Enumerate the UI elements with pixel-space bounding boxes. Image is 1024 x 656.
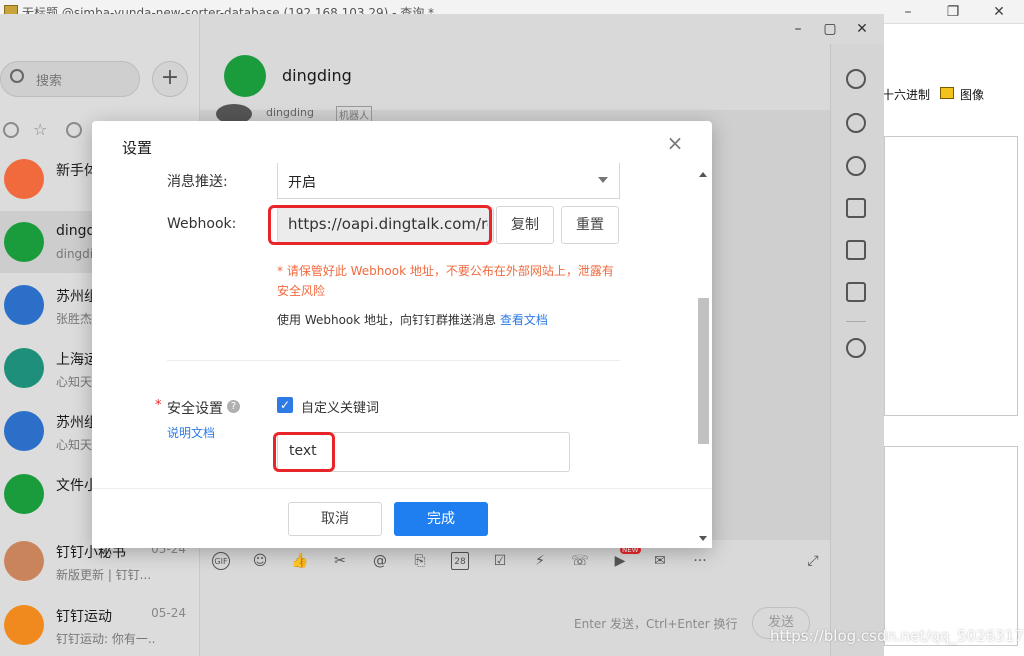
docs-link[interactable]: 说明文档: [167, 424, 215, 441]
avatar: [4, 411, 44, 451]
watermark: https://blog.csdn.net/qq_50263172: [770, 627, 1024, 645]
conversation-name: 苏州组: [56, 289, 96, 305]
chevron-down-icon: [598, 177, 608, 183]
expand-icon[interactable]: ⤢: [804, 552, 822, 570]
conversation-preview: dingdi: [56, 247, 94, 261]
folder-icon[interactable]: [846, 198, 866, 218]
add-member-icon[interactable]: [846, 113, 866, 133]
dialog-title: 设置: [122, 139, 153, 157]
avatar: [4, 222, 44, 262]
webhook-label: Webhook:: [167, 216, 237, 232]
history-icon[interactable]: [846, 156, 866, 176]
keyword-checkbox[interactable]: ✓: [277, 397, 293, 413]
dingtalk-minimize-button[interactable]: –: [788, 20, 808, 38]
message-sender: dingding: [266, 106, 314, 119]
done-button[interactable]: 完成: [394, 502, 488, 536]
background-restore-button[interactable]: ❐: [938, 2, 968, 22]
avatar: [4, 474, 44, 514]
scroll-down-icon[interactable]: [699, 536, 707, 541]
conversation-name: 钉钉运动: [56, 609, 112, 625]
more-icon[interactable]: [846, 69, 866, 89]
settings-icon[interactable]: [846, 338, 866, 358]
conversation-name: 苏州组: [56, 415, 96, 431]
highlight-box: [273, 432, 335, 472]
webhook-info-text: 使用 Webhook 地址，向钉钉群推送消息: [277, 313, 497, 327]
mention-filter-icon[interactable]: [3, 122, 19, 138]
security-warning: * 请保管好此 Webhook 地址，不要公布在外部网站上，泄露有安全风险: [277, 264, 614, 298]
add-button[interactable]: +: [152, 61, 188, 97]
announcement-icon[interactable]: [846, 240, 866, 260]
close-icon[interactable]: ×: [666, 133, 684, 153]
task-icon[interactable]: ☑: [491, 552, 509, 570]
lightning-icon[interactable]: ⚡: [531, 552, 549, 570]
help-icon[interactable]: ?: [227, 400, 240, 413]
conversation-name: 文件小: [56, 478, 96, 494]
chat-title: dingding: [282, 66, 352, 85]
emoji-icon[interactable]: ☺: [251, 552, 269, 570]
dingtalk-maximize-button[interactable]: ▢: [820, 20, 840, 38]
dingtalk-close-button[interactable]: ✕: [852, 20, 872, 38]
thumbs-up-icon[interactable]: 👍: [291, 552, 309, 570]
search-icon: [10, 69, 24, 83]
file-icon[interactable]: ⎘: [411, 552, 429, 570]
conversation-date: 05-24: [151, 606, 186, 620]
background-close-button[interactable]: ✕: [984, 2, 1014, 22]
at-icon[interactable]: @: [371, 552, 389, 570]
search-placeholder: 搜索: [36, 74, 63, 89]
keyword-checkbox-label: 自定义关键词: [301, 401, 380, 416]
conversation-preview: 心知天: [56, 375, 93, 389]
conversation-preview: 新版更新 | 钉钉...: [56, 568, 152, 582]
conversation-name: dingd: [56, 223, 96, 239]
security-label: 安全设置: [167, 401, 223, 417]
push-label: 消息推送:: [167, 174, 228, 190]
hex-view-button[interactable]: 十六进制: [882, 86, 930, 103]
avatar: [4, 285, 44, 325]
divider: [167, 360, 620, 361]
gif-icon[interactable]: GIF: [212, 552, 230, 570]
scrollbar-thumb[interactable]: [698, 298, 709, 444]
list-item[interactable]: 钉钉运动 钉钉运动: 你有一... 05-24: [0, 594, 200, 656]
push-select-value: 开启: [288, 175, 316, 191]
avatar: [4, 541, 44, 581]
background-panel: [884, 136, 1018, 416]
calendar-icon[interactable]: 28: [451, 552, 469, 570]
copy-button[interactable]: 复制: [496, 206, 554, 244]
cancel-button[interactable]: 取消: [288, 502, 382, 536]
image-icon: [940, 87, 954, 99]
avatar: [4, 348, 44, 388]
conversation-name: 上海运: [56, 352, 96, 368]
video-icon[interactable]: ▶: [611, 552, 629, 570]
background-minimize-button[interactable]: –: [893, 2, 923, 22]
divider: [846, 321, 866, 322]
chat-avatar: [224, 55, 266, 97]
highlight-box: [268, 205, 492, 245]
conversation-preview: 张胜杰: [56, 312, 93, 326]
required-mark: *: [155, 398, 162, 413]
background-toolbar: 十六进制 图像: [880, 82, 1024, 106]
send-hint: Enter 发送，Ctrl+Enter 换行: [574, 617, 738, 631]
mail-icon[interactable]: ✉: [651, 552, 669, 570]
live-icon[interactable]: [846, 282, 866, 302]
scissors-icon[interactable]: ✂: [331, 552, 349, 570]
background-panel-lower: [884, 446, 1018, 646]
view-docs-link[interactable]: 查看文档: [500, 313, 548, 327]
scroll-up-icon[interactable]: [699, 172, 707, 177]
conversation-name: 新手体: [56, 163, 96, 179]
clock-filter-icon[interactable]: [66, 122, 82, 138]
avatar: [4, 605, 44, 645]
phone-icon[interactable]: ☏: [571, 552, 589, 570]
image-view-button[interactable]: 图像: [960, 86, 984, 103]
star-filter-icon[interactable]: ☆: [33, 120, 47, 139]
conversation-preview: 钉钉运动: 你有一...: [56, 632, 156, 646]
webhook-info: 使用 Webhook 地址，向钉钉群推送消息 查看文档: [277, 311, 548, 328]
avatar: [4, 159, 44, 199]
reset-button[interactable]: 重置: [561, 206, 619, 244]
conversation-preview: 心知天: [56, 438, 93, 452]
push-select[interactable]: [277, 163, 620, 199]
more-icon[interactable]: ···: [691, 552, 709, 570]
